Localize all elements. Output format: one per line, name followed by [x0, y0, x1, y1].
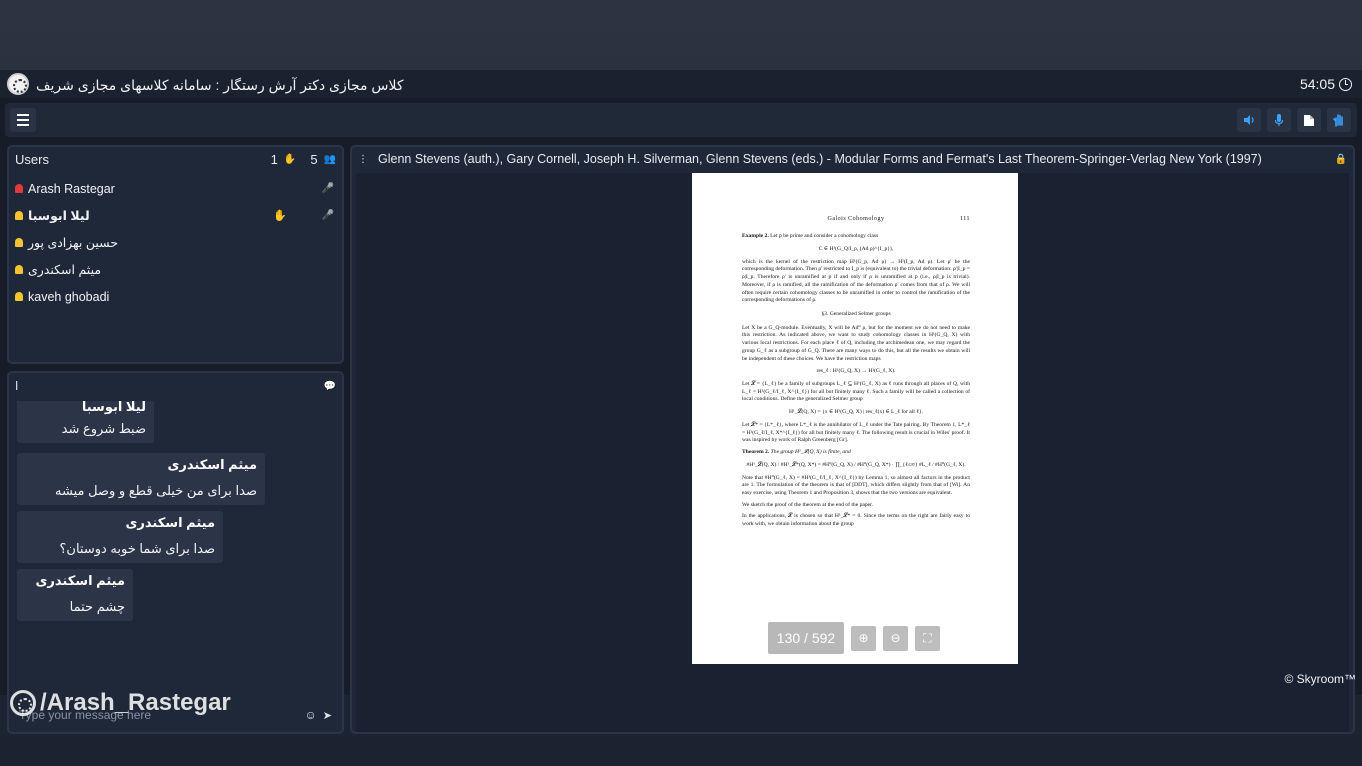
hand-icon: ✋ — [283, 153, 297, 165]
user-item[interactable]: میثم اسکندری — [15, 256, 336, 283]
user-icon — [15, 211, 23, 220]
chat-icon: 💬 — [323, 380, 336, 392]
microphone-icon: 🎤 — [321, 210, 334, 221]
chat-message: لیلا ابوسبا ضبط شروع شد — [17, 401, 154, 443]
watermark-text: /Arash_Rastegar — [40, 689, 231, 716]
user-item[interactable]: حسین بهزادی پور — [15, 229, 336, 256]
user-item[interactable]: لیلا ابوسبا ✋ 🎤 — [15, 202, 336, 229]
users-title: Users — [15, 151, 49, 167]
user-list: Arash Rastegar 🎤 لیلا ابوسبا ✋ 🎤 حسین به… — [9, 171, 342, 314]
app-window: کلاس مجازی دکتر آرش رستگار : سامانه کلاس… — [0, 70, 1362, 734]
theorem-label: Theorem 2. — [742, 449, 770, 456]
emoji-icon[interactable]: ☺ — [305, 708, 317, 722]
admin-user-icon — [15, 184, 23, 193]
users-panel: Users 1 ✋ 5 👥 Arash Rastegar 🎤 لیلا ابوس… — [7, 145, 344, 364]
send-icon[interactable]: ➤ — [323, 709, 332, 722]
page-indicator: 130 / 592 — [768, 622, 844, 654]
chat-message: میثم اسکندری چشم حتما — [17, 569, 133, 621]
message-text: ضبط شروع شد — [61, 421, 146, 436]
user-icon — [15, 292, 23, 301]
film-reel-icon — [10, 690, 36, 716]
document-header: ⋮ Glenn Stevens (auth.), Gary Cornell, J… — [352, 147, 1353, 171]
user-name: Arash Rastegar — [28, 181, 115, 196]
hamburger-icon[interactable] — [10, 108, 36, 132]
clock-icon — [1339, 77, 1352, 91]
message-text: صدا برای شما خوبه دوستان؟ — [59, 541, 216, 556]
chat-message: میثم اسکندری صدا برای شما خوبه دوستان؟ — [17, 511, 223, 563]
document-panel: ⋮ Glenn Stevens (auth.), Gary Cornell, J… — [350, 145, 1355, 734]
theorem-paragraph: Theorem 2. The group H¹_𝓛(Q, X) is finit… — [742, 449, 970, 457]
zoom-in-icon[interactable]: ⊕ — [851, 625, 876, 651]
paragraph: Let X be a G_Q-module. Eventually, X wil… — [742, 324, 970, 362]
running-head-text: Galois Cohomology — [827, 216, 885, 222]
paragraph: We sketch the proof of the theorem at th… — [742, 501, 874, 508]
paragraph: Let 𝓛* = {L*_ℓ}, where L*_ℓ is the annih… — [742, 421, 970, 444]
user-name: حسین بهزادی پور — [28, 236, 119, 250]
paragraph: Let 𝓛 = {L_ℓ} be a family of subgroups L… — [742, 381, 970, 403]
window-title: کلاس مجازی دکتر آرش رستگار : سامانه کلاس… — [36, 77, 404, 93]
raised-hand-icon: ✋ — [273, 210, 287, 222]
user-item[interactable]: Arash Rastegar 🎤 — [15, 175, 336, 202]
equation: C ∈ H¹(G_Q/I_p, (Ad ρ)^{I_p}), — [818, 245, 894, 252]
chat-message: میثم اسکندری صدا برای من خیلی قطع و وصل … — [17, 453, 265, 505]
session-timer: 54:05 — [1300, 76, 1352, 92]
pdf-page: Galois Cohomology 111 Example 2. Let p b… — [692, 173, 1018, 664]
timer-value: 54:05 — [1299, 76, 1335, 92]
chat-title: ا — [15, 379, 19, 393]
title-bar: کلاس مجازی دکتر آرش رستگار : سامانه کلاس… — [0, 70, 1362, 98]
equation: res_ℓ : H¹(G_Q, X) → H¹(G_ℓ, X). — [816, 368, 896, 375]
equation: H¹_𝓛(Q, X) = {x ∈ H¹(G_Q, X) | res_ℓ(x) … — [788, 409, 924, 416]
document-viewer[interactable]: Galois Cohomology 111 Example 2. Let p b… — [356, 173, 1349, 732]
chat-messages[interactable]: لیلا ابوسبا ضبط شروع شد میثم اسکندری صدا… — [13, 401, 338, 697]
page-number: 111 — [959, 216, 970, 222]
message-sender: لیلا ابوسبا — [81, 401, 146, 414]
fullscreen-icon[interactable]: ⛶ — [915, 625, 940, 651]
user-icon — [15, 265, 23, 274]
section-heading: §3. Generalized Selmer groups — [821, 311, 891, 318]
user-icon — [15, 238, 23, 247]
toolbar — [5, 103, 1357, 137]
chat-panel: ا 💬 لیلا ابوسبا ضبط شروع شد میثم اسکندری… — [7, 371, 344, 734]
example-text: Let p be prime and consider a cohomology… — [770, 233, 879, 240]
message-sender: میثم اسکندری — [125, 515, 215, 530]
pdf-pager: 130 / 592 ⊕ ⊖ ⛶ — [768, 622, 940, 654]
example-label: Example 2. — [742, 233, 769, 240]
paragraph: which is the kernel of the restriction m… — [742, 258, 970, 304]
message-text: صدا برای من خیلی قطع و وصل میشه — [55, 483, 257, 498]
zoom-out-icon[interactable]: ⊖ — [883, 625, 908, 651]
theorem-text: The group H¹_𝓛(Q, X) is finite, and — [770, 449, 851, 456]
user-name: لیلا ابوسبا — [28, 209, 90, 223]
speaker-icon[interactable] — [1237, 108, 1261, 132]
users-header: Users 1 ✋ 5 👥 — [9, 147, 342, 171]
people-icon: 👥 — [323, 153, 336, 165]
user-item[interactable]: kaveh ghobadi — [15, 283, 336, 310]
document-title: Glenn Stevens (auth.), Gary Cornell, Jos… — [378, 152, 1262, 166]
watermark: /Arash_Rastegar — [10, 689, 231, 717]
microphone-icon[interactable] — [1267, 108, 1291, 132]
example-paragraph: Example 2. Let p be prime and consider a… — [742, 233, 970, 241]
users-count: 5 — [310, 151, 318, 167]
paragraph: In the applications, 𝓛 is chosen so that… — [742, 513, 970, 528]
message-sender: میثم اسکندری — [35, 573, 125, 588]
hands-count: 1 — [270, 151, 278, 167]
microphone-icon: 🎤 — [321, 183, 334, 194]
more-options-icon[interactable]: ⋮ — [358, 154, 368, 165]
running-head: Galois Cohomology 111 — [742, 215, 970, 223]
lock-icon: 🔒 — [1334, 153, 1347, 165]
chat-header: ا 💬 — [9, 373, 342, 399]
file-icon[interactable] — [1297, 108, 1321, 132]
paragraph: Note that #H⁰(G_ℓ, X) = #H¹(G_ℓ/I_ℓ, X^{… — [742, 474, 970, 496]
message-text: چشم حتما — [69, 599, 125, 614]
footer-copyright: © Skyroom™ — [1284, 672, 1356, 686]
equation: #H¹_𝓛(Q, X) / #H¹_𝓛*(Q, X*) = #H⁰(G_Q, X… — [746, 461, 966, 468]
university-logo — [7, 73, 29, 95]
hand-icon[interactable] — [1327, 108, 1351, 132]
user-name: میثم اسکندری — [28, 263, 102, 277]
message-sender: میثم اسکندری — [167, 457, 257, 472]
user-name: kaveh ghobadi — [28, 289, 110, 304]
